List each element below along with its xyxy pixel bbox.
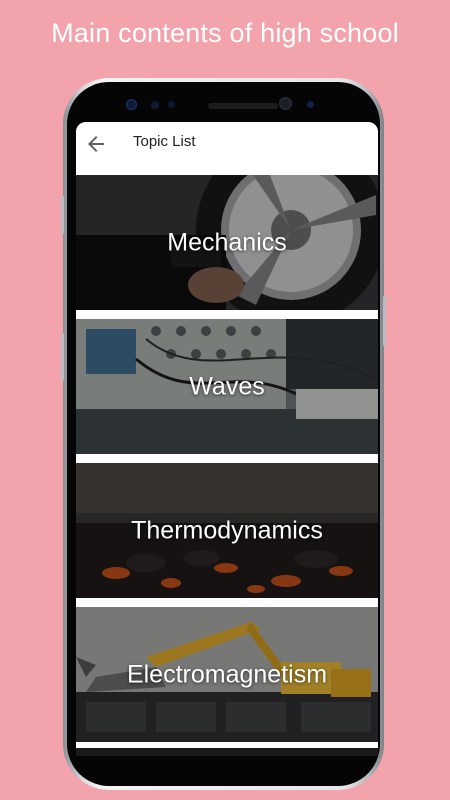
earpiece-speaker <box>208 103 278 109</box>
topic-card-mechanics[interactable]: Mechanics <box>76 175 378 310</box>
topic-label: Waves <box>189 372 265 400</box>
app-bar: Topic List <box>76 122 378 168</box>
topic-label: Mechanics <box>167 228 287 256</box>
front-sensor <box>151 101 159 109</box>
power-button <box>383 296 386 346</box>
promo-headline: Main contents of high school <box>51 18 399 48</box>
topic-list: Mechanics Waves Thermodynamics Electroma… <box>76 175 378 748</box>
topic-label: Thermodynamics <box>131 516 323 544</box>
front-camera <box>279 97 292 110</box>
topic-card-thermodynamics[interactable]: Thermodynamics <box>76 463 378 598</box>
volume-button <box>61 196 64 234</box>
phone-frame: Topic List Mechanics Waves Thermodynamic… <box>61 78 386 790</box>
topic-card-waves[interactable]: Waves <box>76 319 378 454</box>
topic-label: Electromagnetism <box>126 660 328 688</box>
page-title: Topic List <box>133 133 196 150</box>
phone-bezel: Topic List Mechanics Waves Thermodynamic… <box>67 82 380 786</box>
volume-button <box>61 333 64 381</box>
front-sensor <box>126 99 137 110</box>
arrow-back-icon[interactable] <box>84 132 108 156</box>
screen-bottom-edge <box>76 748 378 756</box>
front-sensor <box>168 101 175 108</box>
topic-card-electromagnetism[interactable]: Electromagnetism <box>76 607 378 742</box>
app-screen: Topic List Mechanics Waves Thermodynamic… <box>76 122 378 748</box>
front-sensor <box>307 101 314 108</box>
